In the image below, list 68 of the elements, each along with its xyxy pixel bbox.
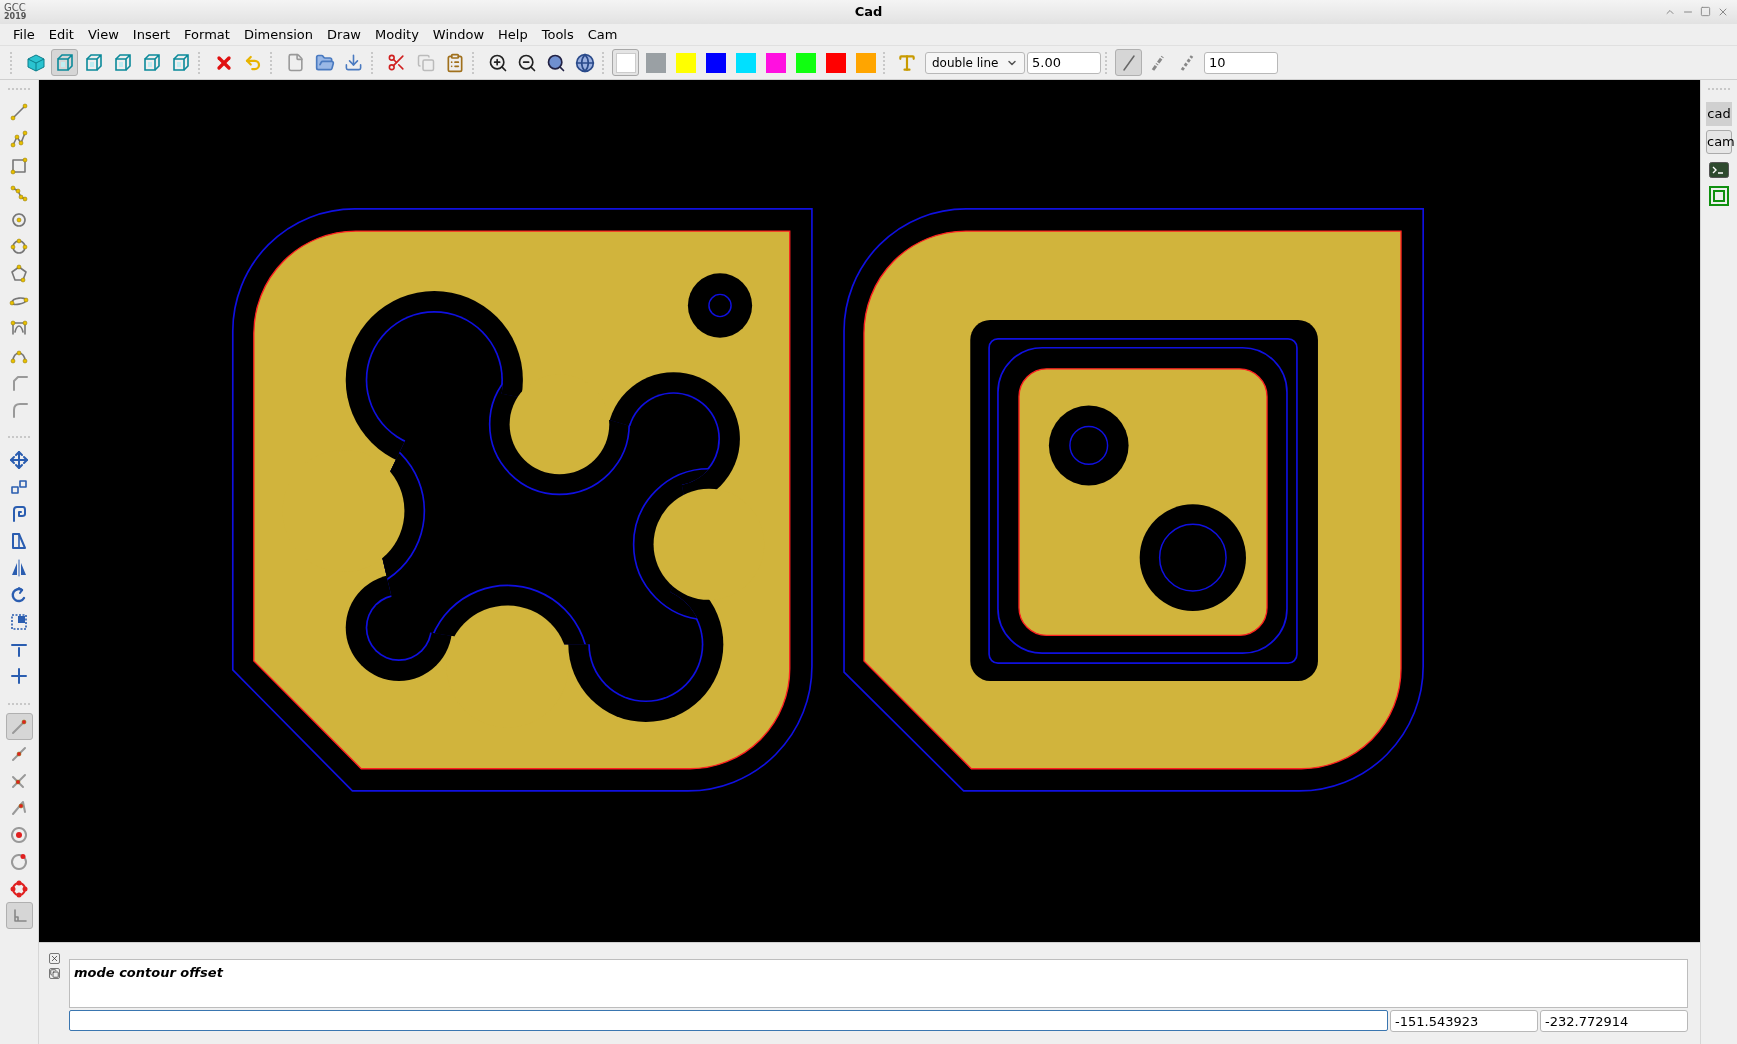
scale-icon (9, 611, 29, 632)
line-type-dropdown[interactable]: double line (925, 51, 1025, 74)
line-scale-field[interactable]: 10 (1204, 51, 1278, 74)
wireframe-cube-icon (170, 52, 191, 73)
coordinate-field[interactable]: -151.543923 (1390, 1010, 1538, 1032)
new-file-icon (286, 53, 305, 72)
zoom-window-icon (545, 52, 566, 73)
menu-item[interactable]: Format (177, 24, 237, 45)
wireframe-cube-icon (54, 52, 75, 73)
cube-icon (25, 52, 46, 73)
float-icon[interactable] (48, 968, 60, 979)
menu-item[interactable]: Window (425, 24, 492, 45)
panel-tab[interactable]: cam (1706, 130, 1732, 154)
menu-item[interactable]: View (80, 24, 126, 45)
menu-item[interactable]: Cam (580, 24, 625, 45)
menu-item[interactable]: Modity (368, 24, 426, 45)
polyline-tool-icon (9, 128, 29, 149)
circle-tool-icon (9, 236, 29, 257)
move-icon (9, 449, 29, 470)
polyline-tool-icon (9, 182, 29, 203)
command-input[interactable] (69, 1010, 1388, 1031)
panel-tab[interactable]: cad (1706, 102, 1732, 126)
status-message: mode contour offset (74, 965, 223, 980)
window-title: Cad (854, 3, 883, 22)
cut-icon (387, 53, 406, 72)
mirror-icon (9, 557, 29, 578)
stretch-icon (9, 530, 29, 551)
zoom-extents-icon (574, 52, 595, 73)
cross-icon (9, 665, 29, 686)
snap-endpoint-button[interactable] (5, 713, 33, 740)
menu-item[interactable]: Draw (320, 24, 368, 45)
zoom-in-icon (487, 52, 508, 73)
ortho-button[interactable] (5, 902, 33, 929)
text-style-icon[interactable] (897, 52, 917, 73)
wireframe-cube-icon (83, 52, 104, 73)
menu-item[interactable]: Help (491, 24, 535, 45)
undo-icon (243, 53, 262, 72)
maximize-icon[interactable] (1700, 6, 1711, 17)
color-swatch[interactable] (612, 49, 639, 76)
coordinate-field[interactable]: -232.772914 (1540, 1010, 1688, 1032)
snap-endpoint-icon (9, 716, 29, 737)
close-icon[interactable] (48, 953, 60, 964)
close-icon[interactable] (1717, 6, 1729, 18)
line-tool-icon (9, 101, 29, 122)
frame-icon[interactable] (1709, 186, 1729, 206)
snap-quadrant-icon (9, 878, 29, 899)
save-icon (344, 53, 363, 72)
zoom-out-icon (516, 52, 537, 73)
line-width-field[interactable]: 5.00 (1027, 51, 1101, 74)
wireframe-cube-icon (141, 52, 162, 73)
wireframe-cube-button[interactable] (51, 49, 78, 76)
drawing-canvas[interactable] (39, 80, 1700, 942)
copy-icon (416, 53, 435, 72)
menu-item[interactable]: Edit (41, 24, 81, 45)
wireframe-cube-icon (112, 52, 133, 73)
snap-circle-icon (9, 851, 29, 872)
app-logo: GCC 2019 (4, 3, 27, 21)
terminal-icon[interactable] (1709, 162, 1729, 178)
menu-item[interactable]: Insert (125, 24, 178, 45)
open-folder-icon (314, 52, 335, 73)
rectangle-tool-icon (9, 155, 29, 176)
menu-item[interactable]: File (6, 24, 42, 45)
polygon-tool-icon (9, 263, 29, 284)
menu-item[interactable]: Tools (534, 24, 581, 45)
solid-line-button[interactable] (1115, 49, 1142, 76)
menu-item[interactable]: Dimension (236, 24, 321, 45)
snap-center-icon (9, 824, 29, 845)
spline-tool-icon (9, 317, 29, 338)
